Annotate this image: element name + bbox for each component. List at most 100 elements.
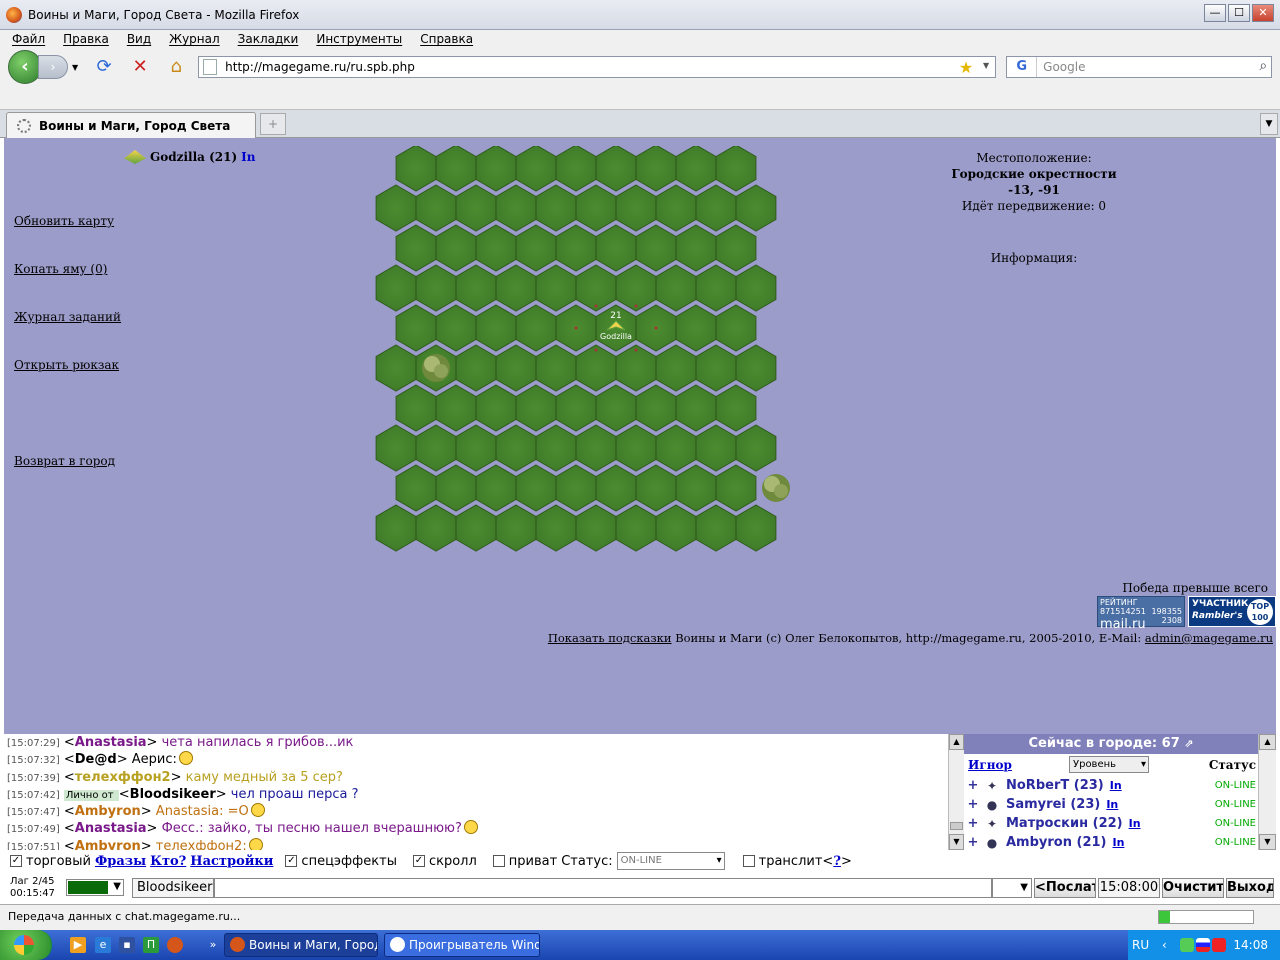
media-quicklaunch-icon[interactable]: ▶ — [70, 937, 86, 953]
map-hex[interactable] — [415, 504, 457, 552]
map-hex[interactable] — [455, 504, 497, 552]
google-icon[interactable]: G — [1007, 57, 1038, 77]
map-hex[interactable] — [555, 384, 597, 432]
menu-help[interactable]: Справка — [420, 32, 473, 46]
map-hex[interactable] — [395, 464, 437, 512]
map-hex[interactable] — [435, 464, 477, 512]
map-hex[interactable] — [535, 184, 577, 232]
map-hex[interactable] — [535, 344, 577, 392]
user-info-link[interactable]: In — [1112, 836, 1124, 849]
map-hex[interactable] — [635, 384, 677, 432]
firefox-quicklaunch-icon[interactable] — [167, 937, 183, 953]
exit-button[interactable]: Выход — [1226, 878, 1274, 898]
user-info-link[interactable]: In — [1110, 779, 1122, 792]
tab-active[interactable]: Воины и Маги, Город Света — [6, 112, 256, 138]
map-hex[interactable] — [655, 184, 697, 232]
map-hex[interactable] — [635, 224, 677, 272]
map-hex[interactable] — [395, 384, 437, 432]
chat-nick[interactable]: Ambyron — [75, 839, 141, 850]
search-icon[interactable]: ⌕ — [1259, 58, 1267, 74]
menu-file[interactable]: Файл — [12, 32, 45, 46]
home-icon[interactable]: ⌂ — [164, 55, 188, 79]
menu-bookmarks[interactable]: Закладки — [238, 32, 299, 46]
history-dropdown-icon[interactable]: ▼ — [72, 63, 78, 72]
stop-icon[interactable]: ✕ — [128, 55, 152, 79]
map-hex[interactable] — [575, 504, 617, 552]
task-media-player[interactable]: Проигрыватель Wind... — [384, 933, 540, 957]
map-hex[interactable] — [575, 424, 617, 472]
map-hex[interactable] — [615, 184, 657, 232]
expand-user-icon[interactable]: + — [964, 835, 982, 850]
map-hex[interactable] — [515, 384, 557, 432]
open-backpack-link[interactable]: Открыть рюкзак — [14, 358, 119, 372]
chat-nick[interactable]: Ambyron — [75, 804, 141, 819]
chat-nick[interactable]: Anastasia — [75, 735, 147, 750]
language-indicator[interactable]: RU — [1132, 930, 1149, 960]
map-hex[interactable] — [595, 384, 637, 432]
map-hex[interactable] — [415, 264, 457, 312]
map-hex[interactable] — [375, 264, 417, 312]
show-hints-link[interactable]: Показать подсказки — [548, 631, 672, 645]
online-user-row[interactable]: + ✦ NoRberT (23) In ON-LINE — [964, 776, 1258, 795]
scroll-checkbox[interactable]: ✓ — [412, 855, 425, 867]
map-hex[interactable] — [655, 344, 697, 392]
menu-edit[interactable]: Правка — [63, 32, 109, 46]
chat-nick[interactable]: De@d — [75, 752, 117, 767]
online-user-row[interactable]: + ✦ Матроскин (22) In ON-LINE — [964, 814, 1258, 833]
map-hex[interactable] — [735, 344, 777, 392]
return-to-city-link[interactable]: Возврат в город — [14, 454, 115, 468]
who-link[interactable]: Кто? — [150, 854, 186, 869]
online-scroll-up-icon[interactable]: ▲ — [1259, 734, 1276, 750]
map-hex[interactable] — [495, 424, 537, 472]
map-hex[interactable] — [555, 224, 597, 272]
tab-list-button[interactable]: ▼ — [1260, 113, 1278, 135]
map-hex[interactable] — [415, 424, 457, 472]
help-link[interactable]: ? — [833, 854, 841, 869]
settings-link[interactable]: Настройки — [190, 854, 273, 869]
map-hex[interactable] — [695, 264, 737, 312]
map-hex[interactable] — [695, 184, 737, 232]
translit-checkbox[interactable] — [742, 855, 755, 867]
user-name[interactable]: NoRberT (23) — [1006, 778, 1104, 793]
scroll-down-icon[interactable]: ▼ — [949, 834, 964, 850]
effects-checkbox[interactable]: ✓ — [285, 855, 298, 867]
hex-map[interactable]: 21 Godzilla — [374, 146, 796, 570]
online-scroll-down-icon[interactable]: ▼ — [1259, 834, 1276, 850]
map-hex[interactable] — [395, 224, 437, 272]
map-hex[interactable] — [515, 224, 557, 272]
antivirus-icon[interactable] — [1212, 938, 1226, 952]
clear-button[interactable]: Очистить — [1162, 878, 1224, 898]
map-hex[interactable] — [715, 464, 757, 512]
quest-journal-link[interactable]: Журнал заданий — [14, 310, 121, 324]
ignore-link[interactable]: Игнор — [968, 758, 1012, 772]
map-hex[interactable] — [675, 224, 717, 272]
map-hex[interactable] — [495, 504, 537, 552]
map-hex[interactable] — [695, 424, 737, 472]
map-hex[interactable] — [475, 304, 517, 352]
map-hex[interactable] — [535, 264, 577, 312]
new-tab-button[interactable]: + — [260, 113, 286, 135]
scroll-up-icon[interactable]: ▲ — [949, 734, 964, 750]
calc-quicklaunch-icon[interactable]: П — [143, 937, 159, 953]
map-hex[interactable] — [615, 424, 657, 472]
refresh-map-link[interactable]: Обновить карту — [14, 214, 114, 228]
url-dropdown-icon[interactable]: ▼ — [983, 61, 989, 70]
user-name[interactable]: Ambyron (21) — [1006, 835, 1106, 850]
map-hex[interactable] — [675, 384, 717, 432]
search-box[interactable]: G Google ⌕ — [1006, 56, 1273, 78]
map-hex[interactable] — [575, 264, 617, 312]
map-hex[interactable] — [375, 424, 417, 472]
tray-expand-icon[interactable]: ‹ — [1162, 938, 1176, 952]
map-hex[interactable] — [375, 504, 417, 552]
map-hex[interactable] — [555, 146, 597, 192]
map-hex[interactable] — [715, 384, 757, 432]
map-hex[interactable] — [435, 384, 477, 432]
map-hex[interactable] — [615, 264, 657, 312]
map-hex[interactable] — [735, 424, 777, 472]
map-hex[interactable] — [475, 146, 517, 192]
map-hex[interactable] — [375, 184, 417, 232]
map-hex[interactable] — [375, 344, 417, 392]
map-hex[interactable] — [695, 504, 737, 552]
phrases-link[interactable]: Фразы — [95, 854, 146, 869]
dig-pit-link[interactable]: Копать яму (0) — [14, 262, 107, 276]
